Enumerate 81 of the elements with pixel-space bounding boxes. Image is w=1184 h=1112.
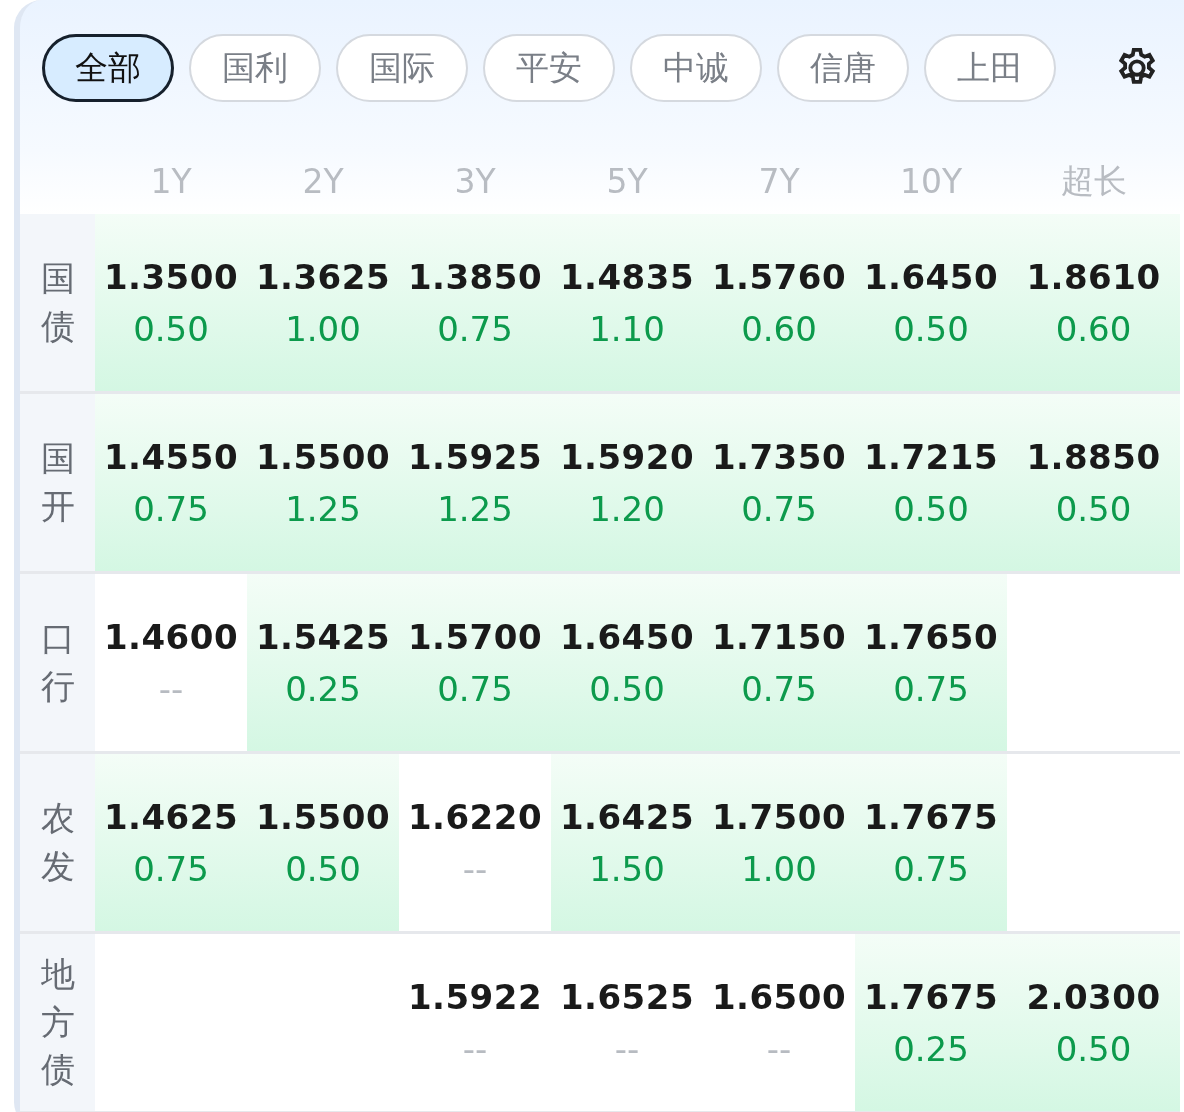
- change-value: --: [462, 1028, 488, 1069]
- row-label: 国债: [40, 256, 75, 348]
- row-label: 口行: [40, 616, 75, 708]
- rate-value: 1.6500: [711, 976, 847, 1017]
- rate-value: 1.7675: [863, 796, 999, 837]
- rate-value: 1.8850: [1026, 436, 1161, 477]
- rate-value: 1.5925: [407, 436, 543, 477]
- rate-value: 1.3625: [255, 256, 391, 297]
- filter-tab[interactable]: 国际: [336, 34, 468, 102]
- change-value: 0.75: [437, 668, 513, 709]
- change-value: 0.75: [893, 668, 969, 709]
- rate-value: 1.5500: [255, 436, 391, 477]
- rate-value: 1.5920: [559, 436, 695, 477]
- filter-tab[interactable]: 上田: [924, 34, 1056, 102]
- rate-value: 1.7350: [711, 436, 847, 477]
- change-value: 0.50: [285, 848, 361, 889]
- row-label: 地方债: [40, 953, 75, 1092]
- change-value: --: [766, 1028, 792, 1069]
- column-header: 3Y: [453, 160, 497, 203]
- change-value: 0.75: [133, 848, 209, 889]
- column-header: 5Y: [605, 160, 649, 203]
- change-value: 1.10: [589, 308, 665, 349]
- row-label: 农发: [40, 796, 75, 888]
- column-header: 10Y: [898, 160, 964, 203]
- column-header: 1Y: [149, 160, 193, 203]
- change-value: 0.75: [893, 848, 969, 889]
- rate-value: 1.7150: [711, 616, 847, 657]
- rate-value: 1.7500: [711, 796, 847, 837]
- rate-value: 1.7650: [863, 616, 999, 657]
- change-value: 0.50: [589, 668, 665, 709]
- rate-value: 1.4550: [103, 436, 239, 477]
- rate-value: 1.6450: [863, 256, 999, 297]
- rate-value: 1.6220: [407, 796, 543, 837]
- change-value: 0.60: [741, 308, 817, 349]
- change-value: 0.50: [1055, 1028, 1132, 1069]
- rate-value: 1.3850: [407, 256, 543, 297]
- rate-value: 1.5922: [407, 976, 543, 1017]
- change-value: 1.00: [285, 308, 361, 349]
- rate-value: 1.5760: [711, 256, 847, 297]
- rate-value: 1.4835: [559, 256, 695, 297]
- filter-tab[interactable]: 国利: [189, 34, 321, 102]
- rate-value: 2.0300: [1026, 976, 1161, 1017]
- row-label: 国开: [40, 436, 75, 528]
- change-value: --: [158, 668, 184, 709]
- rate-value: 1.5500: [255, 796, 391, 837]
- column-header: 7Y: [757, 160, 801, 203]
- change-value: 1.50: [589, 848, 665, 889]
- rate-value: 1.6425: [559, 796, 695, 837]
- rate-value: 1.4600: [103, 616, 239, 657]
- filter-tab[interactable]: 全部: [42, 34, 174, 102]
- column-header: 超长: [1059, 159, 1128, 202]
- change-value: 0.75: [437, 308, 513, 349]
- change-value: 1.25: [285, 488, 361, 529]
- rate-value: 1.8610: [1026, 256, 1161, 297]
- change-value: 0.50: [893, 308, 969, 349]
- change-value: 0.50: [133, 308, 209, 349]
- change-value: 1.20: [589, 488, 665, 529]
- change-value: --: [614, 1028, 640, 1069]
- change-value: 1.25: [437, 488, 513, 529]
- filter-tab[interactable]: 信唐: [777, 34, 909, 102]
- filter-tab[interactable]: 平安: [483, 34, 615, 102]
- change-value: 0.60: [1055, 308, 1132, 349]
- change-value: 0.75: [133, 488, 209, 529]
- change-value: --: [462, 848, 488, 889]
- rate-value: 1.4625: [103, 796, 239, 837]
- rate-value: 1.6525: [559, 976, 695, 1017]
- change-value: 0.25: [285, 668, 361, 709]
- change-value: 1.00: [741, 848, 817, 889]
- rate-value: 1.5425: [255, 616, 391, 657]
- change-value: 0.75: [741, 488, 817, 529]
- change-value: 0.50: [1055, 488, 1132, 529]
- filter-tab[interactable]: 中诚: [630, 34, 762, 102]
- change-value: 0.25: [893, 1028, 969, 1069]
- change-value: 0.75: [741, 668, 817, 709]
- rate-value: 1.3500: [103, 256, 239, 297]
- change-value: 0.50: [893, 488, 969, 529]
- rate-value: 1.7215: [863, 436, 999, 477]
- rate-value: 1.7675: [863, 976, 999, 1017]
- rate-value: 1.5700: [407, 616, 543, 657]
- rate-value: 1.6450: [559, 616, 695, 657]
- column-header: 2Y: [301, 160, 345, 203]
